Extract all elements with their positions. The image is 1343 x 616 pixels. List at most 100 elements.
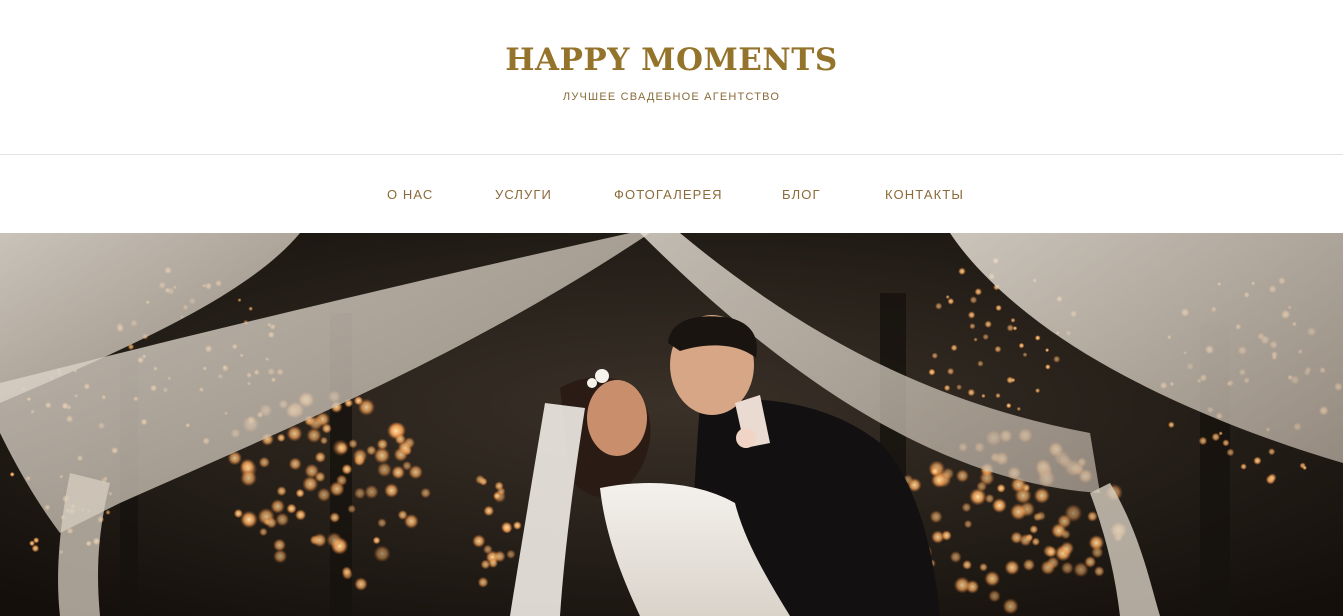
bokeh-light — [302, 475, 319, 493]
bokeh-light — [961, 502, 972, 513]
bokeh-light — [994, 345, 1002, 353]
bokeh-light — [314, 451, 326, 463]
nav-item-about[interactable]: О НАС — [387, 187, 433, 202]
bokeh-light — [988, 589, 1001, 603]
bokeh-light — [1019, 533, 1032, 547]
bokeh-light — [270, 499, 286, 514]
bokeh-light — [1240, 463, 1247, 470]
bokeh-light — [497, 487, 506, 496]
bokeh-light — [1045, 546, 1058, 558]
nav-item-blog[interactable]: БЛОГ — [782, 187, 821, 202]
bokeh-light — [347, 504, 357, 514]
site-tagline: ЛУЧШЕЕ СВАДЕБНОЕ АГЕНТСТВО — [562, 91, 781, 103]
bokeh-light — [373, 545, 391, 563]
bokeh-light — [240, 469, 257, 487]
bokeh-light — [275, 512, 290, 527]
bokeh-light — [949, 551, 962, 563]
bokeh-light — [506, 549, 516, 560]
bokeh-light — [321, 423, 332, 434]
bokeh-light — [312, 533, 327, 548]
bokeh-light — [288, 457, 302, 471]
bokeh-light — [273, 538, 286, 552]
bokeh-light — [348, 439, 358, 449]
bokeh-light — [276, 486, 287, 497]
bokeh-light — [1268, 473, 1277, 482]
bokeh-light — [377, 518, 387, 528]
bokeh-light — [931, 352, 939, 359]
bokeh-light — [929, 510, 943, 524]
bokeh-light — [353, 395, 364, 406]
bokeh-light — [1093, 565, 1105, 577]
bokeh-light — [31, 544, 40, 553]
bokeh-light — [1029, 524, 1039, 534]
bokeh-light — [1060, 529, 1071, 540]
bokeh-light — [969, 323, 976, 330]
bokeh-light — [1091, 546, 1104, 559]
bokeh-light — [1045, 348, 1050, 353]
bokeh-light — [1031, 537, 1041, 546]
bokeh-light — [316, 487, 331, 502]
bokeh-light — [955, 469, 970, 483]
bokeh-light — [935, 302, 943, 310]
bokeh-light — [391, 465, 406, 480]
bokeh-light — [984, 493, 995, 504]
bokeh-light — [1167, 421, 1175, 429]
bokeh-light — [472, 534, 486, 548]
bokeh-light — [1034, 335, 1041, 341]
bokeh-light — [958, 267, 966, 276]
bokeh-light — [9, 471, 15, 477]
bokeh-light — [1010, 317, 1016, 323]
bokeh-light — [332, 439, 350, 457]
bokeh-light — [512, 521, 522, 530]
bokeh-light — [963, 519, 973, 529]
bokeh-light — [420, 487, 431, 499]
bokeh-light — [1006, 376, 1014, 384]
bokeh-light — [237, 298, 242, 303]
bokeh-light — [1060, 541, 1075, 556]
bokeh-light — [326, 532, 343, 548]
bokeh-light — [1222, 439, 1230, 447]
bokeh-light — [306, 427, 322, 443]
bokeh-light — [1035, 388, 1041, 394]
bokeh-light — [928, 368, 936, 376]
bokeh-light — [1053, 355, 1061, 363]
bokeh-light — [1268, 448, 1276, 456]
bokeh-light — [1016, 406, 1021, 412]
nav-item-gallery[interactable]: ФОТОГАЛЕРЕЯ — [614, 187, 723, 202]
bokeh-light — [259, 527, 268, 537]
hero-wedding-photo — [0, 233, 1343, 616]
nav-item-services[interactable]: УСЛУГИ — [495, 187, 552, 202]
bokeh-light — [397, 509, 408, 521]
bokeh-light — [956, 384, 963, 391]
bokeh-light — [996, 483, 1006, 493]
bokeh-light — [1018, 342, 1025, 349]
bokeh-light — [950, 344, 958, 352]
bokeh-light — [1211, 432, 1221, 442]
bokeh-light — [376, 462, 392, 478]
bokeh-light — [1012, 326, 1018, 331]
bokeh-light — [341, 463, 353, 475]
bokeh-light — [488, 558, 499, 569]
site-logo[interactable]: HAPPY MOMENTS — [0, 40, 1343, 80]
bokeh-light — [941, 467, 955, 480]
bokeh-light — [982, 333, 989, 341]
bokeh-light — [973, 337, 978, 342]
bokeh-light — [1004, 560, 1020, 576]
bokeh-light — [354, 577, 368, 591]
bokeh-light — [258, 456, 270, 468]
bokeh-light — [947, 297, 955, 305]
bokeh-light — [364, 484, 379, 500]
bokeh-light — [341, 566, 352, 577]
hero-banner — [0, 233, 1343, 616]
bokeh-light — [286, 425, 303, 442]
bokeh-light — [263, 518, 272, 526]
bokeh-light — [1040, 560, 1056, 575]
bokeh-light — [286, 503, 297, 514]
bokeh-light — [974, 288, 983, 296]
bokeh-light — [979, 562, 988, 572]
bokeh-light — [1005, 402, 1012, 409]
bokeh-light — [372, 536, 381, 545]
bokeh-light — [995, 304, 1002, 312]
nav-item-contacts[interactable]: КОНТАКТЫ — [885, 187, 964, 202]
bokeh-light — [353, 487, 366, 500]
